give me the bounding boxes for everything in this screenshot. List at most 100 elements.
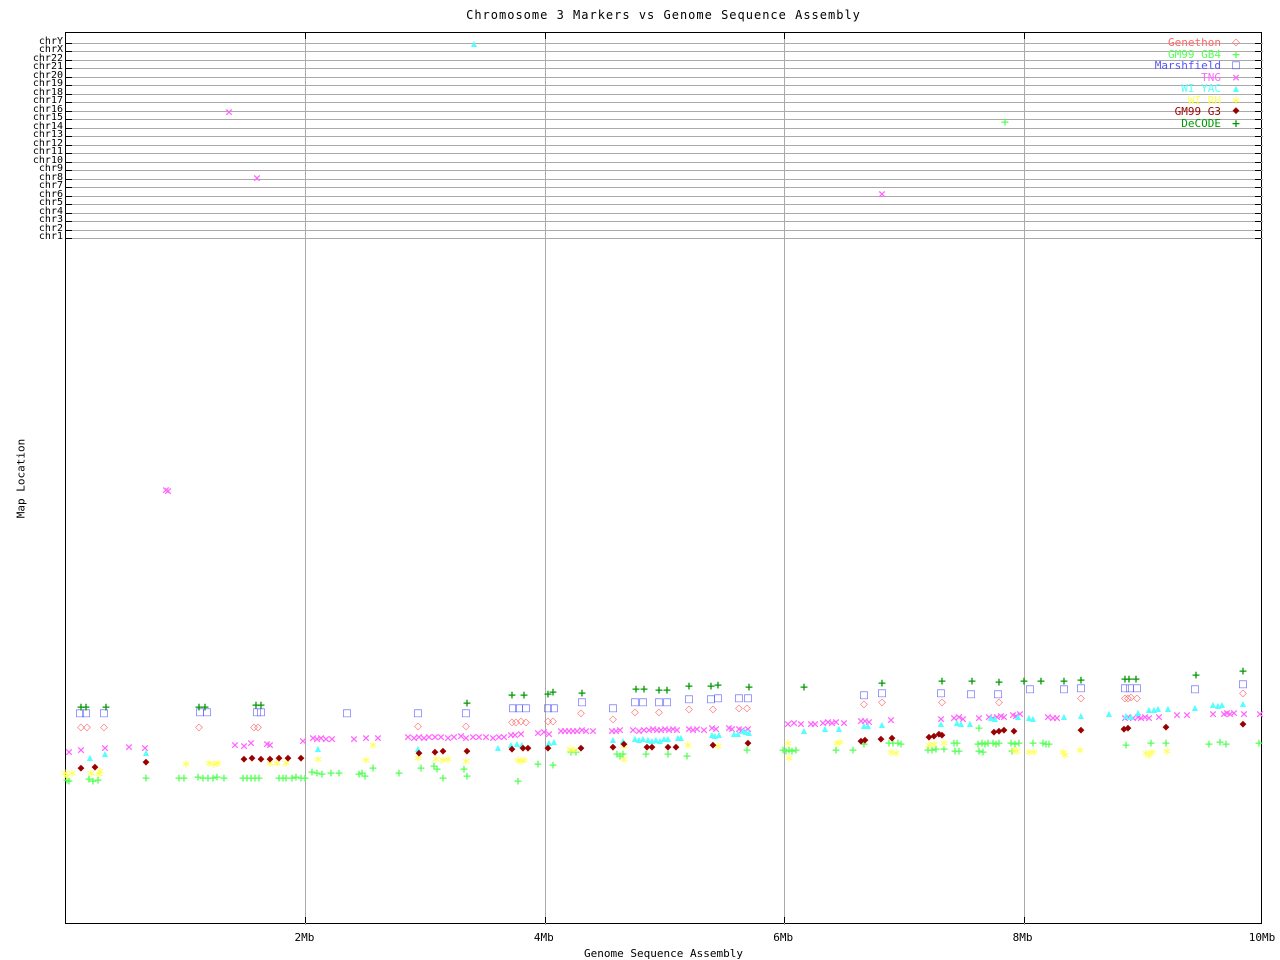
point-marshfield: □	[577, 697, 587, 708]
point-wi-yac: ▲	[1014, 712, 1022, 721]
gridline-chrY	[66, 42, 1263, 44]
point-wi-rh: ∗	[1146, 745, 1158, 759]
point-decode: +	[684, 679, 694, 693]
y-tick-left-chr15	[66, 119, 72, 121]
point-wi-yac: ▲	[550, 737, 558, 746]
point-marshfield: □	[684, 694, 694, 705]
legend-symbol-gm99-g3-icon: ◆	[1232, 106, 1240, 116]
y-tick-right-chr21	[1255, 68, 1261, 70]
point-wi-yac: ▲	[966, 719, 974, 728]
y-tick-right-chr10	[1255, 161, 1261, 163]
point-tng: ×	[64, 745, 74, 759]
point-wi-rh: ∗	[682, 738, 694, 752]
point-marshfield: □	[936, 688, 946, 699]
point-gm99-g3: ◆	[463, 746, 471, 757]
point-wi-yac: ▲	[835, 724, 843, 733]
point-tng: ×	[265, 738, 275, 752]
point-gm99-g3: ◆	[415, 748, 423, 759]
point-decode: +	[639, 682, 649, 696]
gridline-4Mb	[544, 33, 546, 925]
point-wi-rh: ∗	[367, 738, 379, 752]
gridline-chr12	[66, 144, 1263, 146]
point-wi-rh: ∗	[618, 752, 630, 766]
point-wi-rh: ∗	[180, 757, 192, 771]
point-decode: +	[519, 688, 529, 702]
point-genethon: ◇	[655, 707, 663, 718]
y-tick-right-chr13	[1255, 136, 1261, 138]
point-genethon: ◇	[1239, 688, 1247, 699]
y-tick-left-chr20	[66, 76, 72, 78]
legend-item-genethon: Genethon ◇	[1155, 37, 1251, 49]
y-tick-right-chr3	[1255, 221, 1261, 223]
point-decode: +	[1238, 664, 1248, 678]
point-gm99-g3: ◆	[1239, 719, 1247, 730]
point-genethon: ◇	[1133, 693, 1141, 704]
chart-title: Chromosome 3 Markers vs Genome Sequence …	[466, 8, 861, 22]
x-tick-bottom-2Mb	[305, 917, 307, 923]
point-marshfield: □	[877, 688, 887, 699]
point-tng: ×	[349, 732, 359, 746]
point-gm99-gb4: +	[462, 769, 472, 783]
point-marshfield: □	[413, 708, 423, 719]
point-gm99-g3: ◆	[744, 738, 752, 749]
point-gm99-g3: ◆	[664, 742, 672, 753]
gridline-2Mb	[305, 33, 307, 925]
gridline-chr8	[66, 178, 1263, 180]
point-gm99-g3: ◆	[877, 734, 885, 745]
point-genethon: ◇	[709, 704, 717, 715]
point-genethon: ◇	[735, 703, 743, 714]
point-gm99-gb4: +	[1204, 737, 1214, 751]
y-tick-left-chr18	[66, 93, 72, 95]
point-tng: ×	[1182, 708, 1192, 722]
point-gm99-gb4: +	[978, 745, 988, 759]
y-tick-left-chrX	[66, 51, 72, 53]
y-tick-right-chr19	[1255, 85, 1261, 87]
point-wi-rh: ∗	[518, 753, 530, 767]
point-wi-rh: ∗	[1028, 745, 1040, 759]
point-gm99-g3: ◆	[861, 735, 869, 746]
point-tng: ×	[1239, 707, 1249, 721]
x-tick-bottom-6Mb	[784, 917, 786, 923]
point-wi-yac: ▲	[142, 748, 150, 757]
gridline-chr2	[66, 229, 1263, 231]
y-tick-left-chr11	[66, 153, 72, 155]
point-tng: ×	[588, 724, 598, 738]
point-decode: +	[799, 680, 809, 694]
point-gm99-gb4: +	[394, 766, 404, 780]
x-tick-top-6Mb	[784, 33, 786, 39]
point-genethon: ◇	[83, 722, 91, 733]
point-gm99-g3: ◆	[266, 754, 274, 765]
x-tick-bottom-4Mb	[544, 917, 546, 923]
plot-area: ◇ ◇ ◇ ◇ ◇ ◇ ◇ ◇ ◇ ◇ ◇ ◇ ◇ ◇ ◇ ◇ ◇ ◇ ◇ ◇ ◇ ◇ ◇ ◇ ◇ ◇ ◇ ◇ ◇ ◇ ◇ ◇ + + + + + + + +…	[60, 32, 1265, 925]
gridline-chr6	[66, 195, 1263, 197]
point-gm99-gb4: +	[513, 774, 523, 788]
point-decode: +	[877, 676, 887, 690]
point-wi-yac: ▲	[1077, 711, 1085, 720]
point-decode: +	[101, 700, 111, 714]
point-decode: +	[256, 698, 266, 712]
x-tick-label-4Mb: 4Mb	[533, 931, 554, 944]
y-tick-left-chr3	[66, 221, 72, 223]
y-axis-label: Map Location	[14, 438, 28, 519]
point-decode: +	[1036, 674, 1046, 688]
gridline-chr21	[66, 68, 1263, 70]
legend-label-marshfield: Marshfield	[1154, 59, 1221, 72]
point-genethon: ◇	[938, 697, 946, 708]
point-wi-rh: ∗	[834, 735, 846, 749]
point-gm99-gb4: +	[848, 743, 858, 757]
point-tng: ×	[76, 743, 86, 757]
x-tick-label-8Mb: 8Mb	[1012, 931, 1033, 944]
point-decode: +	[994, 675, 1004, 689]
point-decode: +	[967, 674, 977, 688]
point-tng: ×	[516, 727, 526, 741]
point-gm99-gb4: +	[317, 767, 327, 781]
y-tick-right-chr9	[1255, 170, 1261, 172]
point-gm99-g3: ◆	[888, 733, 896, 744]
point-marshfield: □	[1238, 679, 1248, 690]
legend: Genethon ◇ GM99 GB4 + Marshfield □ TNG × WI YAC ▲…	[1155, 37, 1251, 129]
point-gm99-g3: ◆	[248, 753, 256, 764]
point-gm99-g3: ◆	[609, 742, 617, 753]
point-wi-yac: ▲	[1218, 700, 1226, 709]
y-tick-right-chr16	[1255, 110, 1261, 112]
point-marshfield: □	[743, 693, 753, 704]
